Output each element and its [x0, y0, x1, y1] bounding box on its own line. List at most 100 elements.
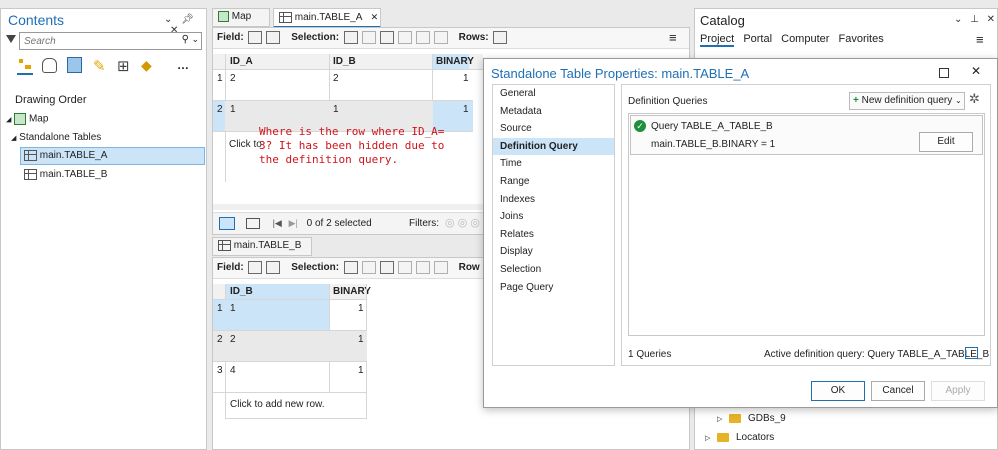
cell-binary[interactable]: 1 — [358, 303, 364, 314]
expand-icon[interactable]: ▷ — [705, 435, 710, 442]
sql-icon[interactable] — [965, 347, 978, 359]
cell-id-b[interactable]: 2 — [333, 73, 339, 84]
list-by-editing-icon[interactable]: ✎ — [93, 57, 106, 75]
zoom-to-icon[interactable] — [361, 260, 376, 274]
edit-button[interactable]: Edit — [919, 132, 973, 152]
close-icon[interactable]: ✕ — [987, 14, 995, 25]
nav-item-joins[interactable]: Joins — [493, 208, 614, 226]
table-row[interactable]: 3 4 1 — [213, 362, 367, 393]
filter-icons[interactable]: ◎ ◎ ◎ — [445, 213, 480, 234]
next-record-icon[interactable]: ▶| — [289, 218, 298, 228]
column-header-id-b[interactable]: ID_B — [333, 56, 356, 67]
field-view-icon[interactable] — [245, 217, 260, 229]
nav-item-source[interactable]: Source — [493, 120, 614, 138]
tab-table-b[interactable]: main.TABLE_B ✕ — [212, 237, 312, 267]
tree-item-table-b[interactable]: main.TABLE_B — [21, 168, 107, 182]
nav-item-definition-query[interactable]: Definition Query — [493, 137, 614, 156]
clear-icon[interactable] — [397, 260, 412, 274]
maximize-icon[interactable] — [939, 68, 949, 78]
list-by-drawing-order-icon[interactable] — [17, 57, 33, 75]
chevron-down-icon[interactable]: ⌄ — [954, 14, 962, 25]
nav-item-range[interactable]: Range — [493, 173, 614, 191]
nav-item-display[interactable]: Display — [493, 243, 614, 261]
table-view-icon[interactable] — [219, 216, 235, 230]
search-box[interactable]: ⚲ ⌄ — [19, 32, 202, 50]
tab-computer[interactable]: Computer — [781, 33, 829, 45]
tab-map[interactable]: Map — [212, 8, 270, 27]
tab-table-a[interactable]: main.TABLE_A ✕ — [273, 8, 381, 28]
tab-favorites[interactable]: Favorites — [838, 33, 883, 45]
tree-item-map[interactable]: ◢ Map — [6, 113, 48, 125]
add-row-hint[interactable]: Click to add new row. — [230, 399, 325, 410]
menu-icon[interactable]: ≡ — [976, 32, 984, 47]
copy-icon[interactable] — [433, 260, 448, 274]
switch-icon[interactable] — [379, 260, 394, 274]
chevron-down-icon[interactable]: ⌄ — [191, 34, 199, 45]
tab-portal[interactable]: Portal — [743, 33, 772, 45]
search-icon[interactable]: ⚲ — [182, 34, 189, 45]
cell-id-b[interactable]: 1 — [333, 104, 339, 115]
first-record-icon[interactable]: |◀ — [273, 218, 282, 228]
switch-icon[interactable] — [379, 30, 394, 44]
table-row[interactable]: 2 2 1 — [213, 331, 367, 362]
column-header-id-a[interactable]: ID_A — [230, 56, 253, 67]
clear-icon[interactable] — [397, 30, 412, 44]
catalog-item-locators[interactable]: ▷ Locators — [705, 432, 774, 443]
close-icon[interactable]: ✕ — [371, 12, 379, 22]
cell-id-a[interactable]: 2 — [230, 73, 236, 84]
calculate-field-icon[interactable] — [266, 260, 281, 274]
nav-item-relates[interactable]: Relates — [493, 226, 614, 244]
list-by-snapping-icon[interactable]: ⊞ — [117, 57, 130, 75]
rows-menu-icon[interactable] — [493, 30, 508, 44]
nav-item-metadata[interactable]: Metadata — [493, 103, 614, 121]
tree-item-table-a[interactable]: main.TABLE_A — [20, 147, 205, 165]
cell-id-b[interactable]: 2 — [230, 334, 236, 345]
expand-icon[interactable]: ▷ — [717, 416, 722, 423]
cancel-button[interactable]: Cancel — [871, 381, 925, 401]
add-field-icon[interactable] — [248, 30, 263, 44]
pin-icon[interactable]: 📌︎ — [181, 14, 194, 25]
search-input[interactable] — [20, 33, 178, 49]
pin-icon[interactable]: ⊥ — [970, 14, 979, 25]
select-by-attributes-icon[interactable] — [343, 260, 358, 274]
select-by-attributes-icon[interactable] — [343, 30, 358, 44]
nav-item-selection[interactable]: Selection — [493, 261, 614, 279]
chevron-down-icon[interactable]: ⌄ — [164, 14, 172, 25]
cell-id-b[interactable]: 4 — [230, 365, 236, 376]
collapse-icon[interactable]: ◢ — [6, 117, 11, 124]
add-field-icon[interactable] — [248, 260, 263, 274]
close-icon[interactable]: ✕ — [971, 64, 981, 78]
copy-icon[interactable] — [433, 30, 448, 44]
cell-binary[interactable]: 1 — [463, 104, 469, 115]
more-icon[interactable]: … — [177, 58, 189, 72]
cell-id-b[interactable]: 1 — [230, 303, 236, 314]
nav-item-time[interactable]: Time — [493, 155, 614, 173]
menu-icon[interactable]: ≡ — [669, 28, 677, 48]
delete-icon[interactable] — [415, 30, 430, 44]
cell-binary[interactable]: 1 — [463, 73, 469, 84]
calculate-field-icon[interactable] — [266, 30, 281, 44]
nav-item-indexes[interactable]: Indexes — [493, 191, 614, 209]
cell-binary[interactable]: 1 — [358, 365, 364, 376]
catalog-item-gdbs[interactable]: ▷ GDBs_9 — [717, 413, 786, 424]
cell-id-a[interactable]: 1 — [230, 104, 236, 115]
add-row-hint[interactable]: Click to — [229, 139, 262, 150]
gear-icon[interactable]: ✲ — [969, 91, 980, 107]
list-by-selection-icon[interactable] — [67, 57, 82, 73]
table-row[interactable]: 1 2 2 1 — [213, 70, 473, 101]
tab-project[interactable]: Project — [700, 33, 735, 47]
query-card[interactable]: ✓ Query TABLE_A_TABLE_B main.TABLE_B.BIN… — [630, 115, 983, 155]
ok-button[interactable]: OK — [811, 381, 865, 401]
filter-icon[interactable] — [6, 35, 16, 43]
new-definition-query-button[interactable]: + New definition query ⌄ — [849, 92, 965, 110]
tree-item-standalone-tables[interactable]: ◢ Standalone Tables — [11, 132, 101, 143]
collapse-icon[interactable]: ◢ — [11, 135, 16, 142]
list-by-labeling-icon[interactable]: ◆ — [141, 57, 152, 74]
nav-item-general[interactable]: General — [493, 85, 614, 103]
zoom-to-icon[interactable] — [361, 30, 376, 44]
list-by-source-icon[interactable] — [42, 58, 57, 73]
delete-icon[interactable] — [415, 260, 430, 274]
table-row[interactable]: 1 1 1 — [213, 300, 367, 331]
column-header-id-b[interactable]: ID_B — [230, 286, 253, 297]
nav-item-page-query[interactable]: Page Query — [493, 279, 614, 297]
